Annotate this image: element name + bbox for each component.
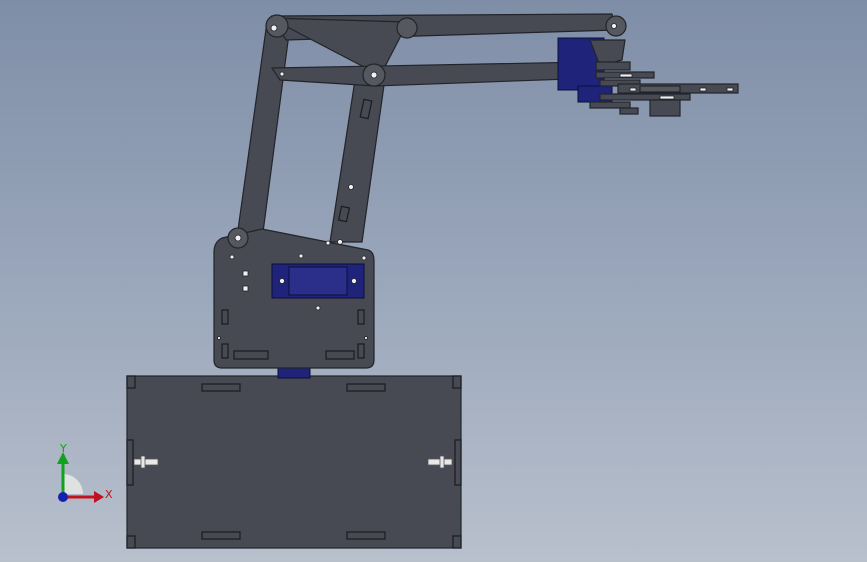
coordinate-triad: Y X — [57, 442, 113, 503]
gripper[interactable] — [557, 37, 739, 117]
shoulder-servo[interactable] — [271, 263, 365, 299]
lower-arm-front[interactable] — [329, 77, 386, 245]
base-servo[interactable] — [277, 367, 311, 379]
cad-viewport[interactable]: .part { fill:#474a52; stroke:#22242a; st… — [0, 0, 867, 562]
base-box[interactable] — [126, 375, 462, 549]
z-axis-dot — [58, 492, 68, 502]
y-axis-label: Y — [59, 442, 67, 455]
upper-arm[interactable] — [270, 61, 597, 87]
lower-arm-rear[interactable] — [235, 21, 291, 245]
x-axis-label: X — [105, 488, 113, 501]
